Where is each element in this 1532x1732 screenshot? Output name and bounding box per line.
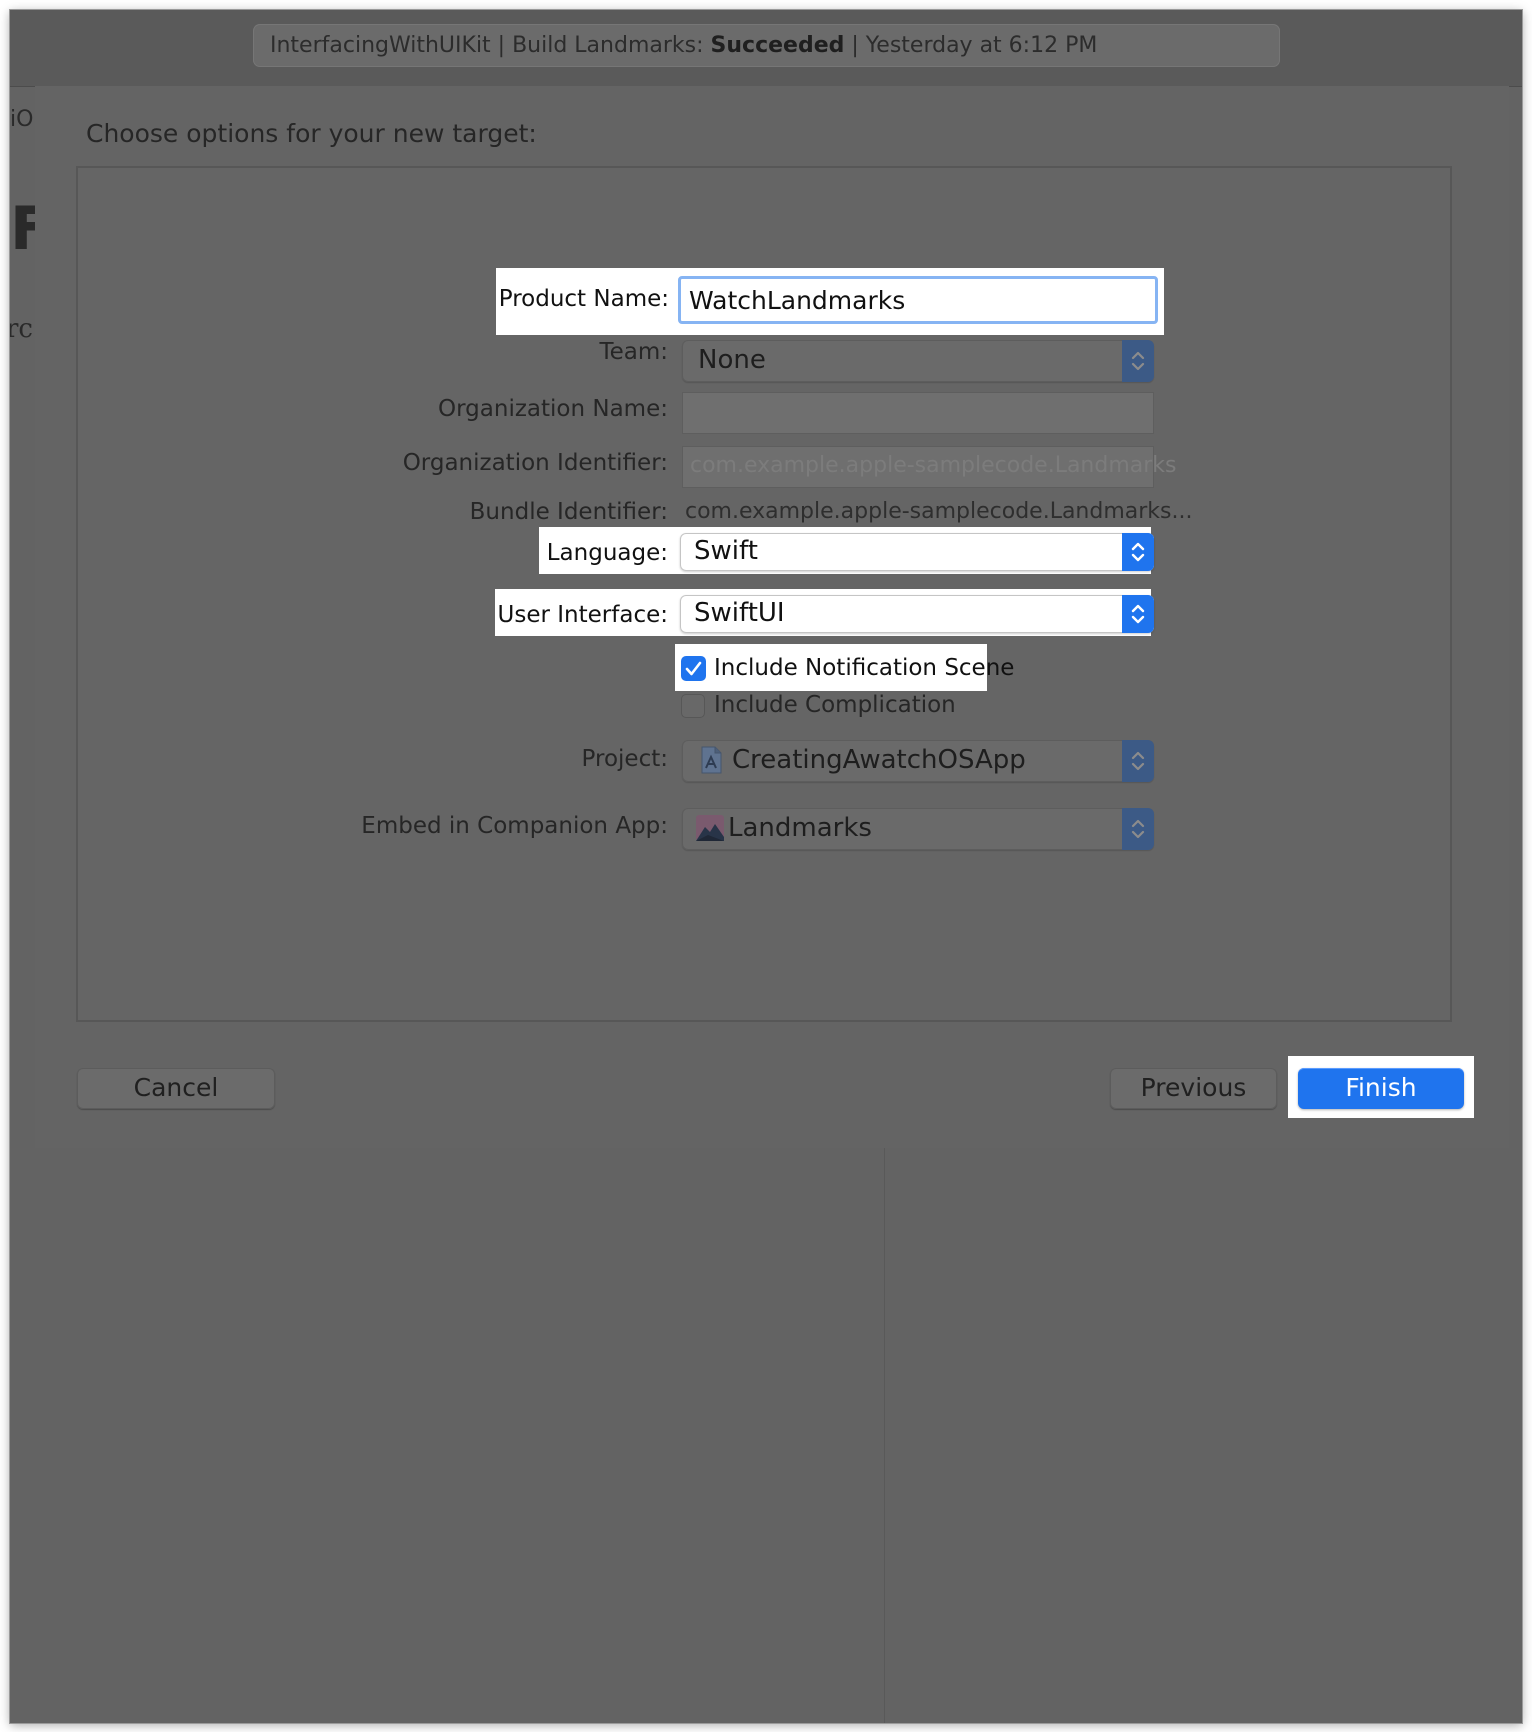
language-value: Swift <box>694 536 758 566</box>
bundle-identifier-label: Bundle Identifier: <box>469 499 668 525</box>
language-popup[interactable]: Swift <box>680 533 1154 571</box>
project-label: Project: <box>581 746 668 772</box>
bundle-identifier-value: com.example.apple-samplecode.Landmarks..… <box>685 499 1193 524</box>
activity-viewer: InterfacingWithUIKit | Build Landmarks: … <box>253 24 1280 67</box>
popup-stepper <box>1122 595 1154 633</box>
product-name-label: Product Name: <box>498 286 669 312</box>
activity-suffix: | Yesterday at 6:12 PM <box>844 33 1098 58</box>
team-value: None <box>698 345 766 375</box>
organization-identifier-input[interactable]: com.example.apple-samplecode.Landmarks <box>682 446 1177 488</box>
product-name-value: WatchLandmarks <box>689 286 906 315</box>
organization-identifier-label: Organization Identifier: <box>402 450 668 476</box>
embed-companion-value: Landmarks <box>728 813 872 843</box>
xcode-window: InterfacingWithUIKit | Build Landmarks: … <box>10 10 1522 1723</box>
user-interface-label: User Interface: <box>497 602 668 628</box>
organization-identifier-placeholder: com.example.apple-samplecode.Landmarks <box>690 453 1177 478</box>
project-file-icon <box>701 746 722 774</box>
cancel-button[interactable]: Cancel <box>77 1068 275 1109</box>
background-split-divider <box>884 1140 885 1723</box>
previous-button[interactable]: Previous <box>1110 1068 1277 1109</box>
background-heading-fragment: F <box>10 194 35 264</box>
finish-button[interactable]: Finish <box>1298 1068 1464 1109</box>
team-popup[interactable]: None <box>682 340 1154 382</box>
options-form: Product Name: WatchLandmarks Team: None … <box>76 166 1452 1022</box>
popup-stepper <box>1122 340 1154 382</box>
activity-prefix: InterfacingWithUIKit | Build Landmarks: <box>270 33 711 58</box>
chevron-up-down-icon <box>1131 819 1145 839</box>
organization-name-label: Organization Name: <box>438 396 668 422</box>
checkmark-icon <box>685 661 702 676</box>
chevron-up-down-icon <box>1131 351 1145 371</box>
popup-stepper <box>1122 808 1154 850</box>
background-editor-fragment: iO F rc <box>10 87 35 387</box>
user-interface-popup[interactable]: SwiftUI <box>680 595 1154 633</box>
new-target-sheet: Choose options for your new target: Prod… <box>35 86 1509 1148</box>
popup-stepper <box>1122 740 1154 782</box>
user-interface-value: SwiftUI <box>694 598 785 628</box>
embed-companion-popup[interactable]: Landmarks <box>682 808 1154 850</box>
landmarks-app-icon <box>696 815 724 841</box>
window-toolbar: InterfacingWithUIKit | Build Landmarks: … <box>10 10 1522 87</box>
chevron-up-down-icon <box>1131 751 1145 771</box>
chevron-up-down-icon <box>1131 542 1145 562</box>
language-label: Language: <box>546 540 668 566</box>
include-complication-checkbox[interactable] <box>681 694 705 718</box>
team-label: Team: <box>599 339 668 365</box>
activity-status: Succeeded <box>710 33 845 58</box>
project-value: CreatingAwatchOSApp <box>732 745 1026 775</box>
project-popup[interactable]: CreatingAwatchOSApp <box>682 740 1154 782</box>
include-notification-scene-label: Include Notification Scene <box>714 655 1015 681</box>
embed-companion-label: Embed in Companion App: <box>361 813 668 839</box>
organization-name-input[interactable] <box>682 392 1154 434</box>
product-name-input[interactable]: WatchLandmarks <box>678 276 1158 324</box>
popup-stepper <box>1122 533 1154 571</box>
chevron-up-down-icon <box>1131 604 1145 624</box>
background-text-fragment: iO <box>10 107 34 132</box>
background-text-fragment: rc <box>10 314 33 344</box>
sheet-title: Choose options for your new target: <box>86 119 537 148</box>
include-notification-scene-checkbox[interactable] <box>681 656 706 681</box>
include-complication-label: Include Complication <box>714 692 956 718</box>
